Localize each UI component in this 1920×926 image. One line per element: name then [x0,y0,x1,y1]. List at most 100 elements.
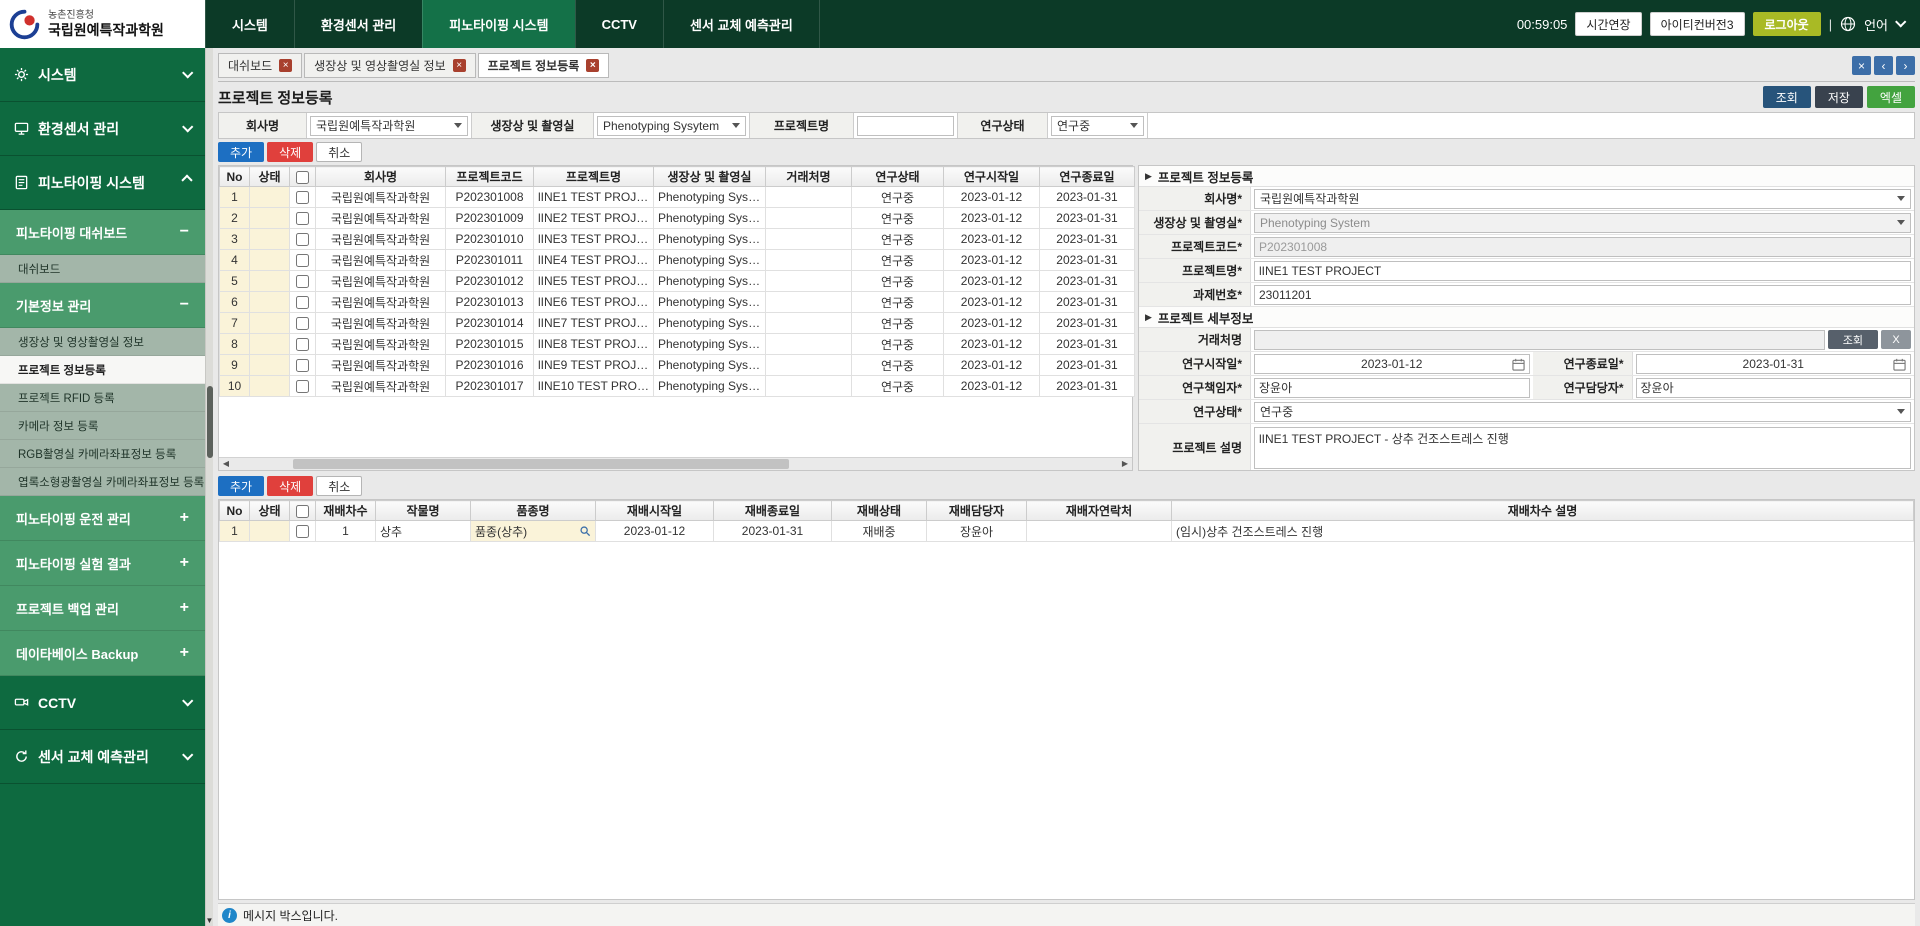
column-header[interactable]: 재배자연락처 [1027,501,1172,521]
scroll-right-arrow-icon[interactable]: ▶ [1118,460,1132,468]
table-row[interactable]: 8국립원예특작과학원P202301015lINE8 TEST PROJECTPh… [220,334,1135,355]
sidebar-group-item[interactable]: 기본정보 관리− [0,283,205,328]
sidebar-root-item[interactable]: 피노타이핑 시스템 [0,156,205,210]
horizontal-scrollbar[interactable]: ◀ ▶ [219,457,1132,470]
project-description-textarea[interactable]: lINE1 TEST PROJECT - 상추 건조스트레스 진행 [1254,427,1911,469]
search-button[interactable]: 조회 [1763,86,1811,108]
select-all-checkbox[interactable] [296,505,309,518]
calendar-icon[interactable] [1893,358,1906,374]
scroll-left-arrow-icon[interactable]: ◀ [219,460,233,468]
column-header[interactable]: 생장상 및 촬영실 [654,167,766,187]
top-nav-item[interactable]: 피노타이핑 시스템 [422,0,574,48]
top-nav-item[interactable]: CCTV [575,0,663,48]
table-row[interactable]: 7국립원예특작과학원P202301014lINE7 TEST PROJECTPh… [220,313,1135,334]
row-checkbox[interactable] [296,212,309,225]
row-checkbox[interactable] [296,296,309,309]
column-header[interactable]: 프로젝트명 [534,167,654,187]
delete-row-button[interactable]: 삭제 [267,142,313,162]
column-header[interactable]: No [220,501,250,521]
logout-button[interactable]: 로그아웃 [1753,12,1821,36]
column-header[interactable]: 상태 [250,167,290,187]
sidebar-group-item[interactable]: 피노타이핑 운전 관리+ [0,496,205,541]
calendar-icon[interactable] [1512,358,1525,374]
row-checkbox[interactable] [296,525,309,538]
research-manager-input[interactable] [1636,378,1912,398]
column-header[interactable]: 재배담당자 [927,501,1027,521]
variety-cell[interactable]: 품종(상추) [471,521,596,542]
sidebar-menu-item[interactable]: 카메라 정보 등록 [0,412,205,440]
column-header[interactable]: 작물명 [376,501,471,521]
research-end-date-input[interactable]: 2023-01-31 [1636,354,1912,374]
row-checkbox[interactable] [296,275,309,288]
sidebar-group-item[interactable]: 프로젝트 백업 관리+ [0,586,205,631]
table-row[interactable]: 9국립원예특작과학원P202301016lINE9 TEST PROJECTPh… [220,355,1135,376]
cancel-button[interactable]: 취소 [316,142,362,162]
tab-item[interactable]: 대쉬보드× [218,53,302,78]
add-row-button[interactable]: 추가 [218,142,264,162]
row-checkbox[interactable] [296,380,309,393]
column-header[interactable]: 프로젝트코드 [446,167,534,187]
tab-close-icon[interactable]: × [279,59,292,72]
tab-scroll-left-button[interactable]: ‹ [1874,56,1893,75]
sidebar-menu-item[interactable]: RGB촬영실 카메라좌표정보 등록 [0,440,205,468]
sidebar-menu-item[interactable]: 대쉬보드 [0,255,205,283]
language-label[interactable]: 언어 [1864,15,1888,34]
close-all-tabs-button[interactable]: × [1852,56,1871,75]
customer-clear-button[interactable]: X [1881,330,1911,349]
column-header[interactable]: 상태 [250,501,290,521]
sidebar-menu-item[interactable]: 프로젝트 RFID 등록 [0,384,205,412]
chevron-down-icon[interactable] [1895,16,1906,27]
table-row[interactable]: 6국립원예특작과학원P202301013lINE6 TEST PROJECTPh… [220,292,1135,313]
tab-scroll-right-button[interactable]: › [1896,56,1915,75]
row-checkbox[interactable] [296,359,309,372]
delete-row-button[interactable]: 삭제 [267,476,313,496]
row-checkbox[interactable] [296,191,309,204]
table-row[interactable]: 1국립원예특작과학원P202301008lINE1 TEST PROJECTPh… [220,187,1135,208]
column-header[interactable]: No [220,167,250,187]
table-row[interactable]: 3국립원예특작과학원P202301010lINE3 TEST PROJECTPh… [220,229,1135,250]
row-checkbox[interactable] [296,254,309,267]
table-row[interactable]: 10국립원예특작과학원P202301017lINE10 TEST PROJE..… [220,376,1135,397]
globe-icon[interactable] [1840,16,1856,32]
column-header[interactable]: 연구종료일 [1040,167,1135,187]
sidebar-group-item[interactable]: 피노타이핑 실험 결과+ [0,541,205,586]
filter-project-input[interactable] [857,116,954,136]
user-button[interactable]: 아이티컨버전3 [1650,12,1745,36]
filter-status-select[interactable]: 연구중 [1051,116,1144,136]
sidebar-group-item[interactable]: 데이타베이스 Backup+ [0,631,205,676]
sidebar-scrollbar[interactable]: ▼ [205,48,213,926]
tab-item[interactable]: 생장상 및 영상촬영실 정보× [304,53,475,78]
sidebar-root-item[interactable]: 시스템 [0,48,205,102]
filter-company-select[interactable]: 국립원예특작과학원 [310,116,468,136]
scrollbar-thumb[interactable] [293,459,789,469]
excel-button[interactable]: 엑셀 [1867,86,1915,108]
column-header[interactable]: 재배상태 [832,501,927,521]
column-header[interactable]: 재배차수 [316,501,376,521]
column-header[interactable]: 연구상태 [852,167,944,187]
column-header[interactable]: 거래처명 [766,167,852,187]
select-all-checkbox[interactable] [296,171,309,184]
column-header[interactable]: 품종명 [471,501,596,521]
sidebar-root-item[interactable]: 센서 교체 예측관리 [0,730,205,784]
project-name-input[interactable] [1254,261,1911,281]
sidebar-menu-item[interactable]: 프로젝트 정보등록 [0,356,205,384]
sidebar-menu-item[interactable]: 엽록소형광촬영실 카메라좌표정보 등록 [0,468,205,496]
extend-time-button[interactable]: 시간연장 [1575,12,1641,36]
sidebar-root-item[interactable]: 환경센서 관리 [0,102,205,156]
search-magnifier-icon[interactable] [579,525,591,537]
add-row-button[interactable]: 추가 [218,476,264,496]
row-checkbox[interactable] [296,338,309,351]
customer-search-button[interactable]: 조회 [1828,330,1878,349]
research-lead-input[interactable] [1254,378,1530,398]
column-header[interactable]: 재배차수 설명 [1172,501,1914,521]
logo[interactable]: 농촌진흥청 국립원예특작과학원 [0,0,205,48]
row-checkbox[interactable] [296,317,309,330]
column-header[interactable]: 재배시작일 [596,501,714,521]
row-checkbox[interactable] [296,233,309,246]
save-button[interactable]: 저장 [1815,86,1863,108]
column-header[interactable]: 재배종료일 [714,501,832,521]
task-number-input[interactable] [1254,285,1911,305]
tab-close-icon[interactable]: × [453,59,466,72]
column-header[interactable]: 회사명 [316,167,446,187]
company-select[interactable]: 국립원예특작과학원 [1254,189,1911,209]
